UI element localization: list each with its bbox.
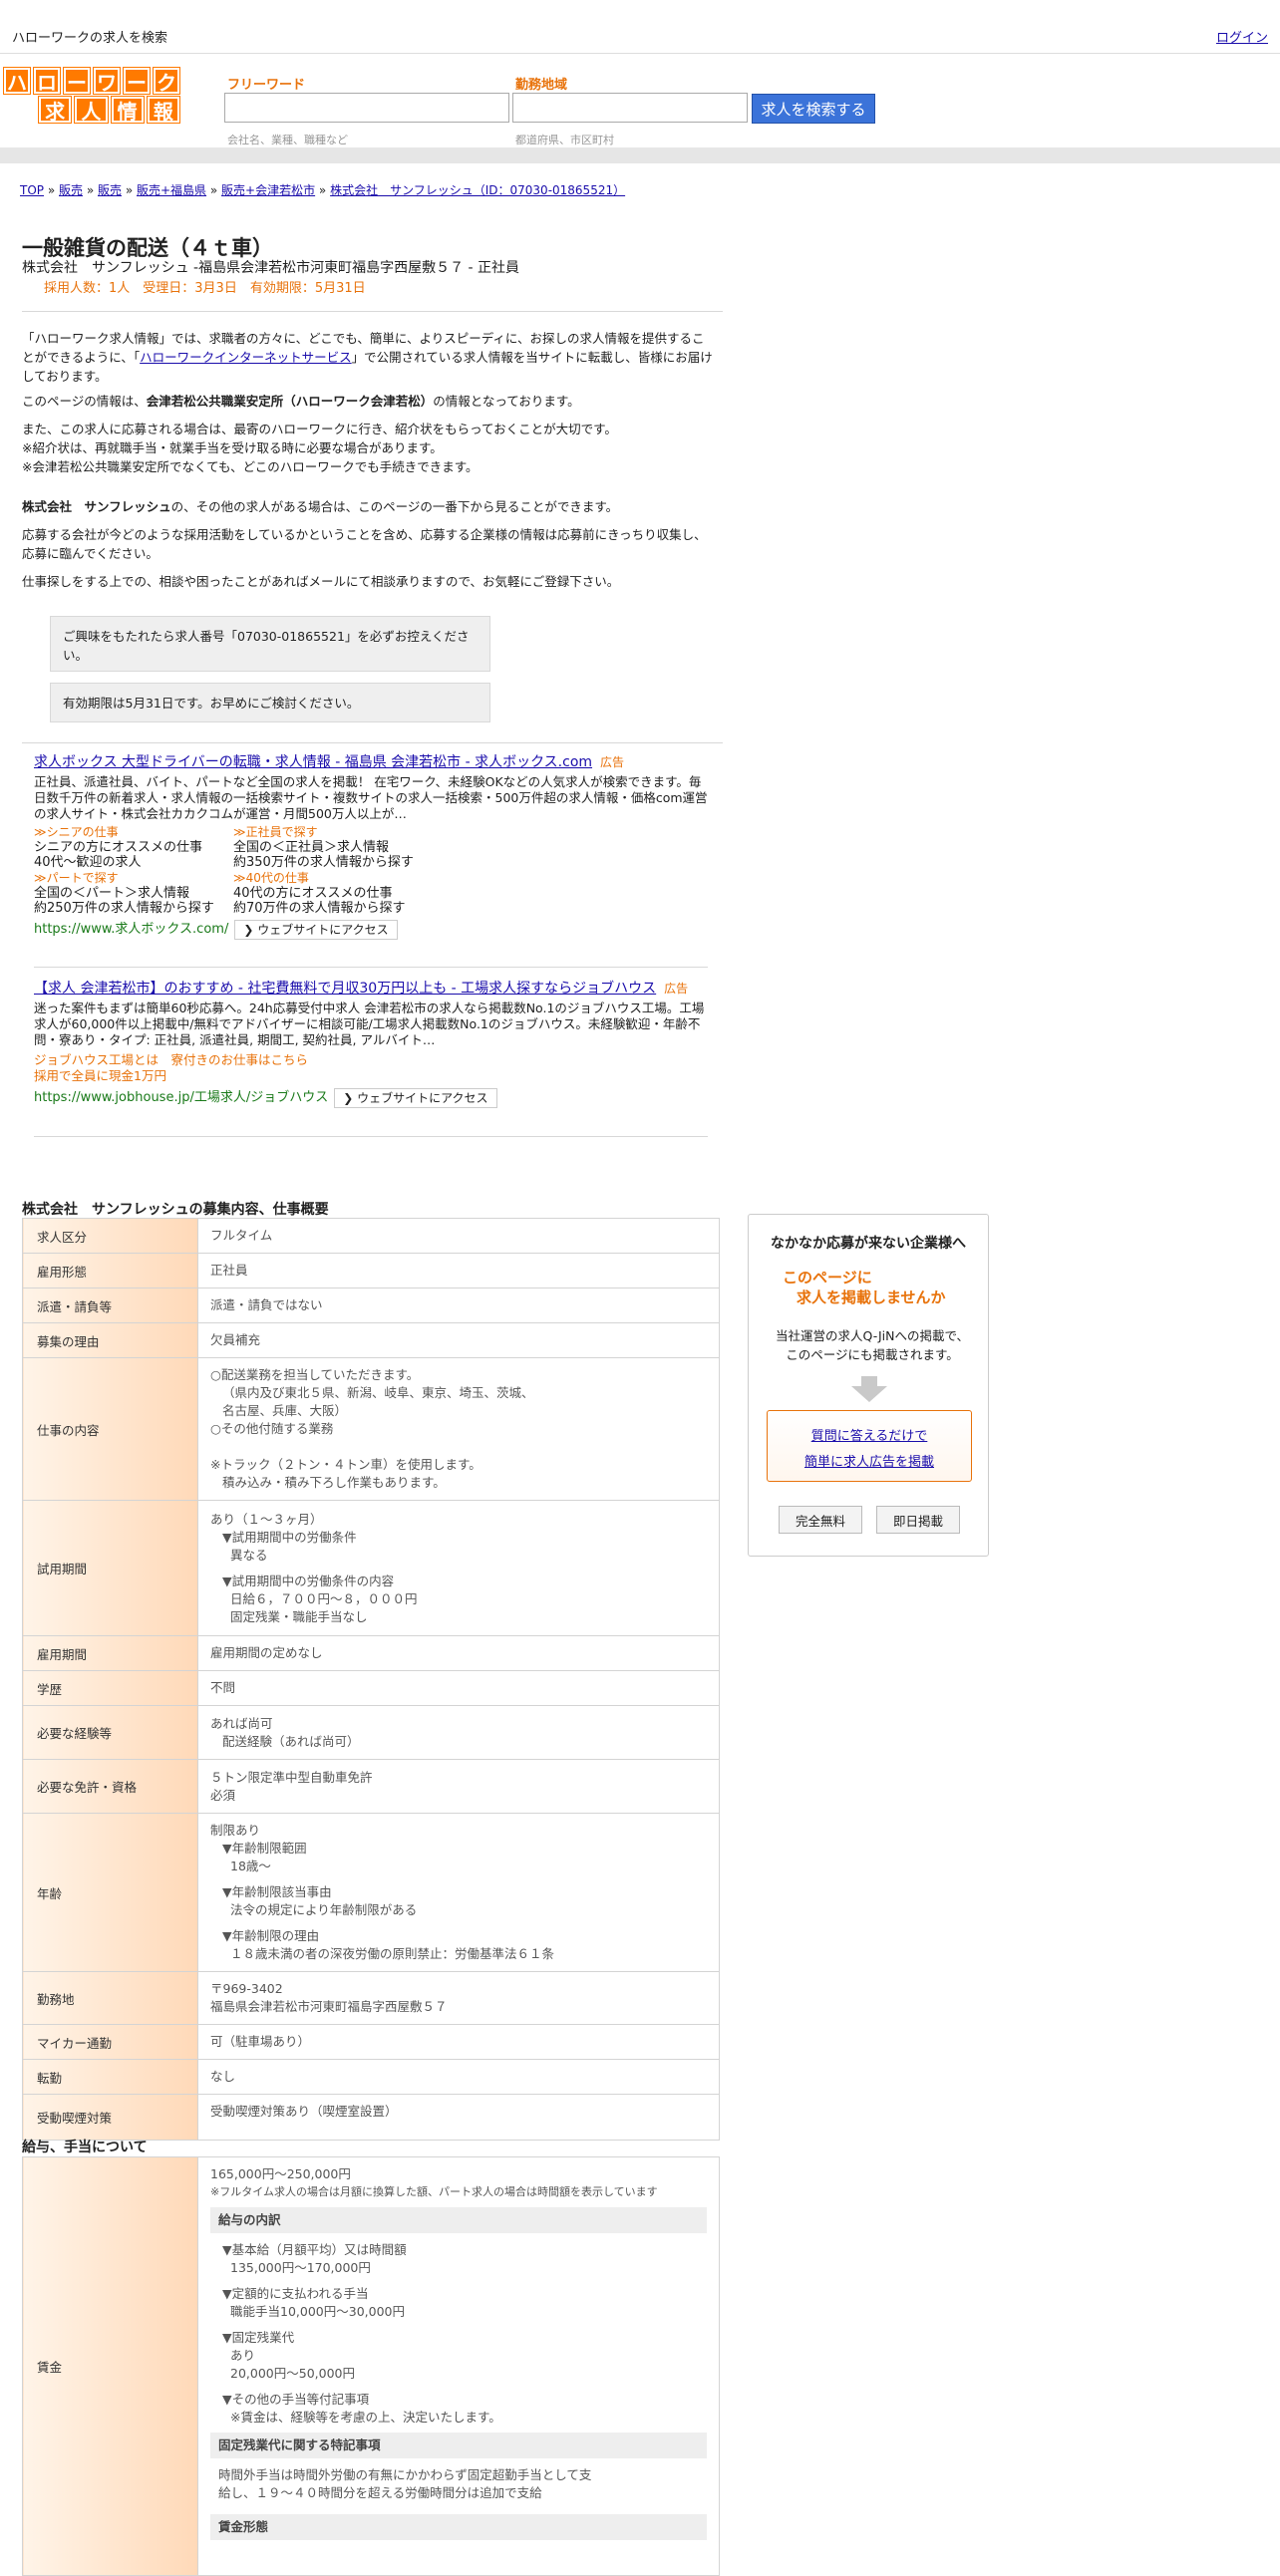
area-label: 勤務地域 (515, 78, 568, 93)
site-header: ハ ロ ー ワ ー ク 求 人 情 報 フリーワード 会社名、業種、職種など 勤… (0, 54, 1280, 163)
table-row: 受動喫煙対策 受動喫煙対策あり（喫煙室設置） (22, 2094, 720, 2141)
ad-extension-link[interactable]: ジョブハウス工場とは 寮付きのお仕事はこちら (34, 1052, 712, 1068)
other-jobs-paragraph: 株式会社 サンフレッシュの、その他の求人がある場合は、このページの一番下から見る… (22, 499, 619, 514)
area-hint: 都道府県、市区町村 (515, 134, 614, 146)
search-button[interactable]: 求人を検索する (752, 94, 875, 124)
table-row: マイカー通勤 可（駐車場あり） (22, 2024, 720, 2060)
visit-website-button[interactable]: ❯ ウェブサイトにアクセス (234, 920, 398, 940)
notice-deadline: 有効期限は5月31日です。お早めにご検討ください。 (50, 683, 490, 722)
free-badge-button[interactable]: 完全無料 (779, 1506, 862, 1534)
breadcrumb-item[interactable]: 販売 (98, 183, 122, 197)
ad-url-row: https://www.jobhouse.jp/工場求人/ジョブハウス ❯ ウェ… (34, 1088, 712, 1108)
post-ad-link-2[interactable]: 簡単に求人広告を掲載 (768, 1451, 971, 1470)
ad-sitelink[interactable]: ≫40代の仕事 40代の方にオススメの仕事 約70万件の求人情報から探す (233, 870, 453, 916)
breadcrumb-top[interactable]: TOP (20, 183, 44, 197)
ad-block: 【求人 会津若松市】のおすすめ - 社宅費無料で月収30万円以上も - 工場求人… (34, 981, 712, 1108)
referral-paragraph: また、この求人に応募される場合は、最寄のハローワークに行き、紹介状をもらっておく… (22, 422, 617, 474)
keyword-hint: 会社名、業種、職種など (227, 134, 348, 146)
ad-url-row: https://www.求人ボックス.com/ ❯ ウェブサイトにアクセス (34, 920, 712, 940)
top-bar: ハローワークの求人を検索 ログイン (0, 0, 1280, 54)
breadcrumb-item[interactable]: 販売+福島県 (137, 183, 206, 197)
notice-job-number: ご興味をもたれたら求人番号「07030-01865521」を必ずお控えください。 (50, 616, 490, 672)
divider (22, 742, 723, 743)
down-arrow-icon (851, 1376, 887, 1402)
table-row: 求人区分 フルタイム (22, 1218, 720, 1254)
table-row: 賃金 165,000円〜250,000円 ※フルタイム求人の場合は月額に換算した… (22, 2156, 720, 2576)
table-row: 雇用形態 正社員 (22, 1253, 720, 1288)
job-meta: 採用人数：1人 受理日：3月3日 有効期限：5月31日 (44, 281, 366, 296)
visit-website-button[interactable]: ❯ ウェブサイトにアクセス (334, 1088, 497, 1108)
table-row: 必要な免許・資格 ５トン限定準中型自動車免許 必須 (22, 1759, 720, 1814)
salary-table: 賃金 165,000円〜250,000円 ※フルタイム求人の場合は月額に換算した… (22, 2156, 720, 2576)
table-row: 学歴 不問 (22, 1670, 720, 1706)
keyword-label: フリーワード (227, 78, 306, 93)
side-catch-2: 求人を掲載しませんか (797, 1288, 946, 1306)
divider (34, 1136, 708, 1137)
job-subtitle: 株式会社 サンフレッシュ -福島県会津若松市河東町福島字西屋敷５７ - 正社員 (22, 260, 520, 276)
ad-block: 求人ボックス 大型ドライバーの転職・求人情報 - 福島県 会津若松市 - 求人ボ… (34, 754, 712, 940)
ad-url[interactable]: https://www.求人ボックス.com/ (34, 922, 228, 938)
job-overview-table: 求人区分 フルタイム 雇用形態 正社員 派遣・請負等 派遣・請負ではない 募集の理由欠… (22, 1218, 720, 2141)
post-ad-box[interactable]: 質問に答えるだけで 簡単に求人広告を掲載 (767, 1410, 972, 1482)
ad-title-link[interactable]: 【求人 会津若松市】のおすすめ - 社宅費無料で月収30万円以上も - 工場求人… (34, 981, 656, 997)
table-row: 勤務地 〒969-3402 福島県会津若松市河東町福島字西屋敷５７ (22, 1971, 720, 2025)
table-row: 募集の理由 欠員補充 (22, 1322, 720, 1358)
divider (22, 311, 723, 312)
ad-sitelink[interactable]: ≫正社員で探す 全国の＜正社員＞求人情報 約350万件の求人情報から探す (233, 824, 453, 870)
divider (34, 967, 708, 968)
intro-paragraph: 「ハローワーク求人情報」では、求職者の方々に、どこでも、簡単に、よりスピーディに… (22, 331, 713, 384)
ad-extension-text: 採用で全員に現金1万円 (34, 1068, 166, 1083)
area-input[interactable] (512, 93, 748, 123)
wage-type-heading: 賃金形態 (210, 2514, 707, 2540)
table-row: 必要な経験等 あれば尚可 配送経験（あれば尚可） (22, 1705, 720, 1760)
ad-description: 正社員、派遣社員、バイト、パートなど全国の求人を掲載！ 在宅ワーク、未経験OKな… (34, 774, 708, 821)
ad-badge: 広告 (600, 755, 625, 769)
table-row: 年齢 制限あり ▼年齢制限範囲 18歳〜 ▼年齢制限該当事由 法令の規定により年… (22, 1813, 720, 1972)
ad-title-link[interactable]: 求人ボックス 大型ドライバーの転職・求人情報 - 福島県 会津若松市 - 求人ボ… (34, 754, 592, 770)
table-row: 仕事の内容 ○配送業務を担当していただきます。 （県内及び東北５県、新潟、岐阜、… (22, 1357, 720, 1501)
site-logo[interactable]: ハ ロ ー ワ ー ク 求 人 情 報 (3, 67, 181, 124)
source-paragraph: このページの情報は、会津若松公共職業安定所（ハローワーク会津若松）の情報となって… (22, 394, 580, 409)
ad-sitelinks: ≫シニアの仕事 シニアの方にオススメの仕事 40代～歓迎の求人 ≫正社員で探す … (34, 824, 712, 916)
ad-description: 迷った案件もまずは簡単60秒応募へ。24h応募受付中求人 会津若松市の求人なら掲… (34, 1001, 705, 1047)
table-row: 転勤 なし (22, 2059, 720, 2095)
ad-url[interactable]: https://www.jobhouse.jp/工場求人/ジョブハウス (34, 1090, 328, 1106)
breadcrumb-current[interactable]: 株式会社 サンフレッシュ（ID：07030-01865521） (330, 183, 625, 197)
ad-sitelink[interactable]: ≫シニアの仕事 シニアの方にオススメの仕事 40代～歓迎の求人 (34, 824, 233, 870)
section-heading-salary: 給与、手当について (22, 2140, 148, 2155)
hellowork-internet-link[interactable]: ハローワークインターネットサービス (140, 350, 352, 365)
keyword-input[interactable] (224, 93, 509, 123)
table-row: 試用期間 あり（１～３ヶ月） ▼試用期間中の労働条件 異なる ▼試用期間中の労働… (22, 1500, 720, 1636)
recruit-ad-panel: なかなか応募が来ない企業様へ このページに 求人を掲載しませんか 当社運営の求人… (748, 1214, 989, 1557)
table-row: 派遣・請負等 派遣・請負ではない (22, 1288, 720, 1323)
post-ad-link-1[interactable]: 質問に答えるだけで (768, 1425, 971, 1444)
breadcrumb: TOP » 販売 » 販売 » 販売+福島県 » 販売+会津若松市 » 株式会社… (20, 183, 626, 197)
same-day-badge-button[interactable]: 即日掲載 (876, 1506, 960, 1534)
side-heading: なかなか応募が来ない企業様へ (771, 1236, 966, 1252)
ad-badge: 広告 (664, 982, 689, 996)
section-heading-job-overview: 株式会社 サンフレッシュの募集内容、仕事概要 (22, 1202, 329, 1218)
research-paragraph: 応募する会社が今どのような採用活動をしているかということを含め、応募する企業様の… (22, 527, 707, 561)
breadcrumb-item[interactable]: 販売 (59, 183, 83, 197)
breadcrumb-item[interactable]: 販売+会津若松市 (221, 183, 315, 197)
side-catch-1: このページに (783, 1269, 872, 1287)
site-tagline: ハローワークの求人を検索 (12, 31, 168, 46)
fixed-overtime-heading: 固定残業代に関する特記事項 (210, 2433, 707, 2458)
consult-paragraph: 仕事探しをする上での、相談や困ったことがあればメールにて相談承りますので、お気軽… (22, 574, 620, 589)
ad-sitelink[interactable]: ≫パートで探す 全国の＜パート＞求人情報 約250万件の求人情報から探す (34, 870, 233, 916)
table-row: 雇用期間 雇用期間の定めなし (22, 1635, 720, 1671)
side-text: 当社運営の求人Q-JiNへの掲載で、 このページにも掲載されます。 (776, 1328, 969, 1362)
login-link[interactable]: ログイン (1216, 27, 1268, 46)
salary-breakdown-heading: 給与の内訳 (210, 2207, 707, 2233)
